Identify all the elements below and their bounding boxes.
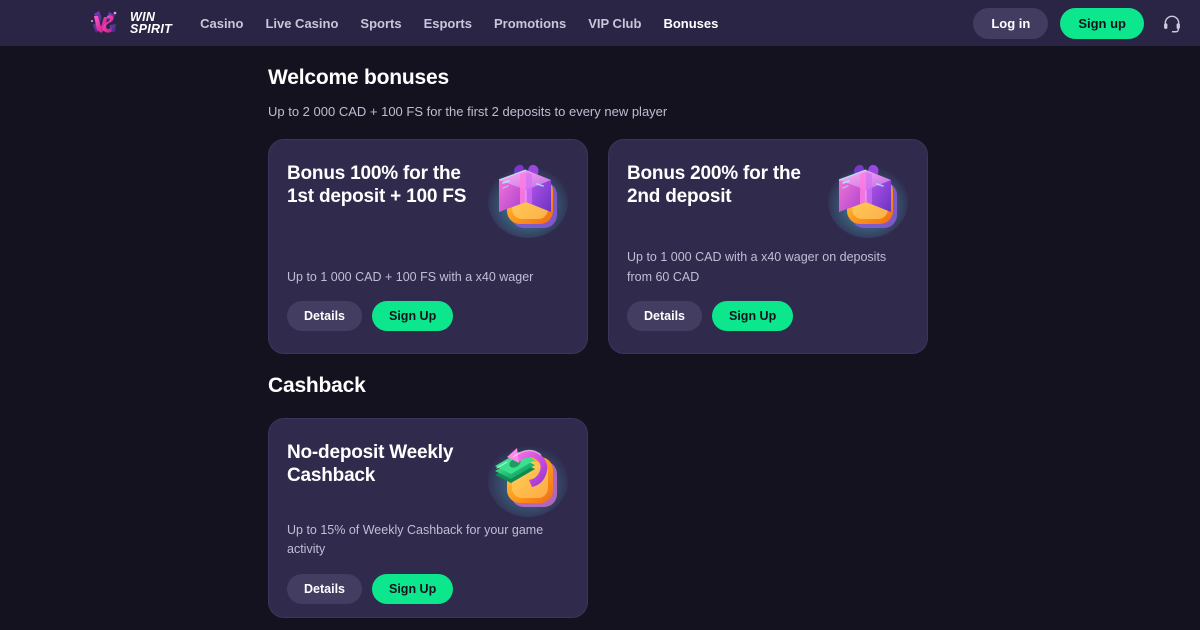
nav-item-live-casino[interactable]: Live Casino [265, 16, 338, 31]
welcome-bonus-cards: Bonus 100% for the 1st deposit + 100 FS [268, 139, 1200, 354]
section-subtitle-welcome: Up to 2 000 CAD + 100 FS for the first 2… [268, 104, 668, 119]
bonus-card-head: Bonus 100% for the 1st deposit + 100 FS [287, 162, 568, 242]
details-button[interactable]: Details [287, 573, 362, 604]
details-button[interactable]: Details [627, 301, 702, 331]
cashback-cards: No-deposit Weekly Cashback Up to 15% of … [268, 418, 1200, 618]
gift-box-icon [825, 156, 911, 242]
headset-icon[interactable] [1160, 11, 1184, 35]
bonus-card-head: Bonus 200% for the 2nd deposit [627, 162, 908, 242]
login-button[interactable]: Log in [973, 7, 1049, 39]
section-title-cashback: Cashback [268, 374, 366, 397]
signup-button[interactable]: Sign up [1060, 7, 1144, 39]
brand-logo[interactable]: WIN SPIRIT [88, 8, 172, 38]
bonus-card-description: Up to 1 000 CAD + 100 FS with a x40 wage… [287, 269, 534, 284]
brand-name-line2: SPIRIT [130, 22, 173, 36]
bonus-card-actions: Details Sign Up [627, 301, 907, 331]
ws-monogram-icon [88, 8, 122, 38]
header-actions: Log in Sign up [973, 7, 1184, 39]
bonus-card-description: Up to 15% of Weekly Cashback for your ga… [287, 523, 544, 557]
bonus-card-description: Up to 1 000 CAD with a x40 wager on depo… [627, 250, 887, 284]
details-button[interactable]: Details [287, 301, 362, 331]
bonus-card-title: Bonus 100% for the 1st deposit + 100 FS [287, 163, 467, 208]
bonus-card-title: Bonus 200% for the 2nd deposit [627, 163, 801, 208]
bonus-card-title: No-deposit Weekly Cashback [287, 442, 454, 487]
card-signup-button[interactable]: Sign Up [372, 301, 454, 331]
bonus-card-actions: Details Sign Up [287, 573, 567, 604]
site-header: WIN SPIRIT Casino Live Casino Sports Esp… [0, 0, 1200, 46]
card-signup-button[interactable]: Sign Up [372, 573, 454, 604]
nav-item-bonuses[interactable]: Bonuses [663, 16, 718, 31]
nav-item-promotions[interactable]: Promotions [494, 16, 566, 31]
card-signup-button[interactable]: Sign Up [712, 301, 794, 331]
main-content: Welcome bonuses Up to 2 000 CAD + 100 FS… [0, 46, 1200, 618]
bonus-card-actions: Details Sign Up [287, 301, 567, 331]
bonus-card[interactable]: Bonus 100% for the 1st deposit + 100 FS [268, 139, 588, 354]
main-nav: Casino Live Casino Sports Esports Promot… [200, 16, 718, 31]
gift-box-icon [485, 156, 571, 242]
section-title-welcome: Welcome bonuses [268, 66, 449, 89]
bonus-card-head: No-deposit Weekly Cashback [287, 441, 568, 521]
nav-item-sports[interactable]: Sports [360, 16, 401, 31]
nav-item-vip-club[interactable]: VIP Club [588, 16, 641, 31]
brand-name: WIN SPIRIT [130, 11, 173, 36]
nav-item-casino[interactable]: Casino [200, 16, 243, 31]
bonus-card[interactable]: Bonus 200% for the 2nd deposit Up to 1 0… [608, 139, 928, 354]
bonus-card[interactable]: No-deposit Weekly Cashback Up to 15% of … [268, 418, 588, 618]
cashback-money-icon [485, 435, 571, 521]
nav-item-esports[interactable]: Esports [424, 16, 472, 31]
